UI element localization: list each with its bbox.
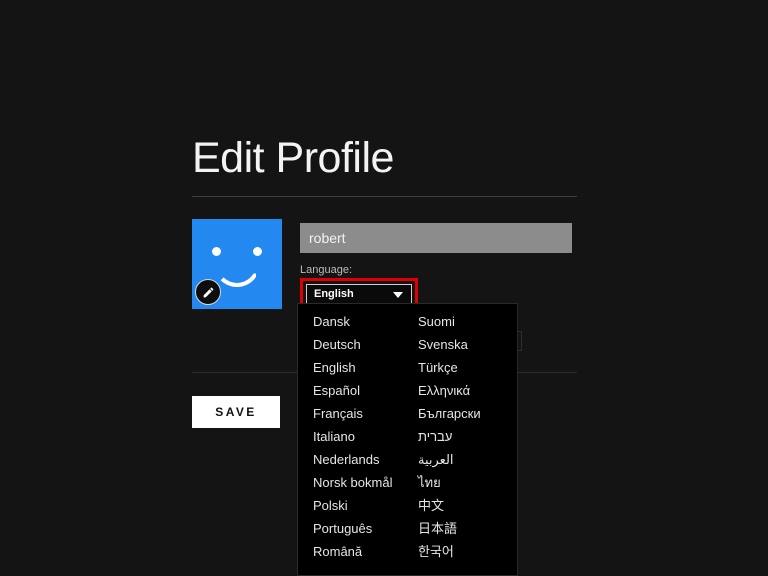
language-option[interactable]: Nederlands [313, 448, 412, 471]
language-dropdown-menu[interactable]: Dansk Deutsch English Español Français Italia… [297, 303, 518, 576]
language-option[interactable]: Italiano [313, 425, 412, 448]
avatar-wrap[interactable] [192, 219, 282, 309]
username-input[interactable] [300, 223, 572, 253]
avatar-smile-icon [214, 263, 260, 287]
language-option[interactable]: Deutsch [313, 333, 412, 356]
language-option[interactable]: Svenska [418, 333, 517, 356]
title-divider [192, 196, 577, 197]
language-option[interactable]: 中文 [418, 494, 517, 517]
page-title: Edit Profile [192, 134, 394, 182]
language-option[interactable]: Türkçe [418, 356, 517, 379]
edit-profile-panel: Edit Profile Language: [192, 132, 577, 352]
language-option[interactable]: Norsk bokmål [313, 471, 412, 494]
language-options-column-right: Suomi Svenska Türkçe Ελληνικά Български עברית… [412, 310, 517, 569]
avatar-eye-left-icon [212, 247, 221, 256]
save-button[interactable]: SAVE [192, 396, 280, 428]
language-option[interactable]: עברית [418, 425, 517, 448]
language-option[interactable]: 日本語 [418, 517, 517, 540]
language-option[interactable]: Български [418, 402, 517, 425]
language-option[interactable]: English [313, 356, 412, 379]
language-option[interactable]: Ελληνικά [418, 379, 517, 402]
language-option[interactable]: ไทย [418, 471, 517, 494]
language-option[interactable]: Español [313, 379, 412, 402]
avatar-eye-right-icon [253, 247, 262, 256]
chevron-down-icon [393, 292, 403, 298]
language-option[interactable]: Polski [313, 494, 412, 517]
language-option[interactable]: Português [313, 517, 412, 540]
profile-row: Language: English All TV shows and movie… [192, 219, 577, 352]
fields-column: Language: English All TV shows and movie… [300, 219, 577, 352]
language-option[interactable]: Français [313, 402, 412, 425]
language-select[interactable]: English [306, 284, 412, 304]
language-option[interactable]: العربية [418, 448, 517, 471]
language-options-column-left: Dansk Deutsch English Español Français Italia… [298, 310, 412, 569]
language-option[interactable]: Dansk [313, 310, 412, 333]
language-label: Language: [300, 264, 352, 276]
pencil-icon[interactable] [195, 279, 221, 305]
language-option[interactable]: 한국어 [418, 540, 517, 563]
language-option[interactable]: Suomi [418, 310, 517, 333]
language-option[interactable]: Română [313, 540, 412, 563]
language-select-value: English [314, 288, 354, 300]
edit-profile-screen: Edit Profile Language: [0, 0, 768, 576]
